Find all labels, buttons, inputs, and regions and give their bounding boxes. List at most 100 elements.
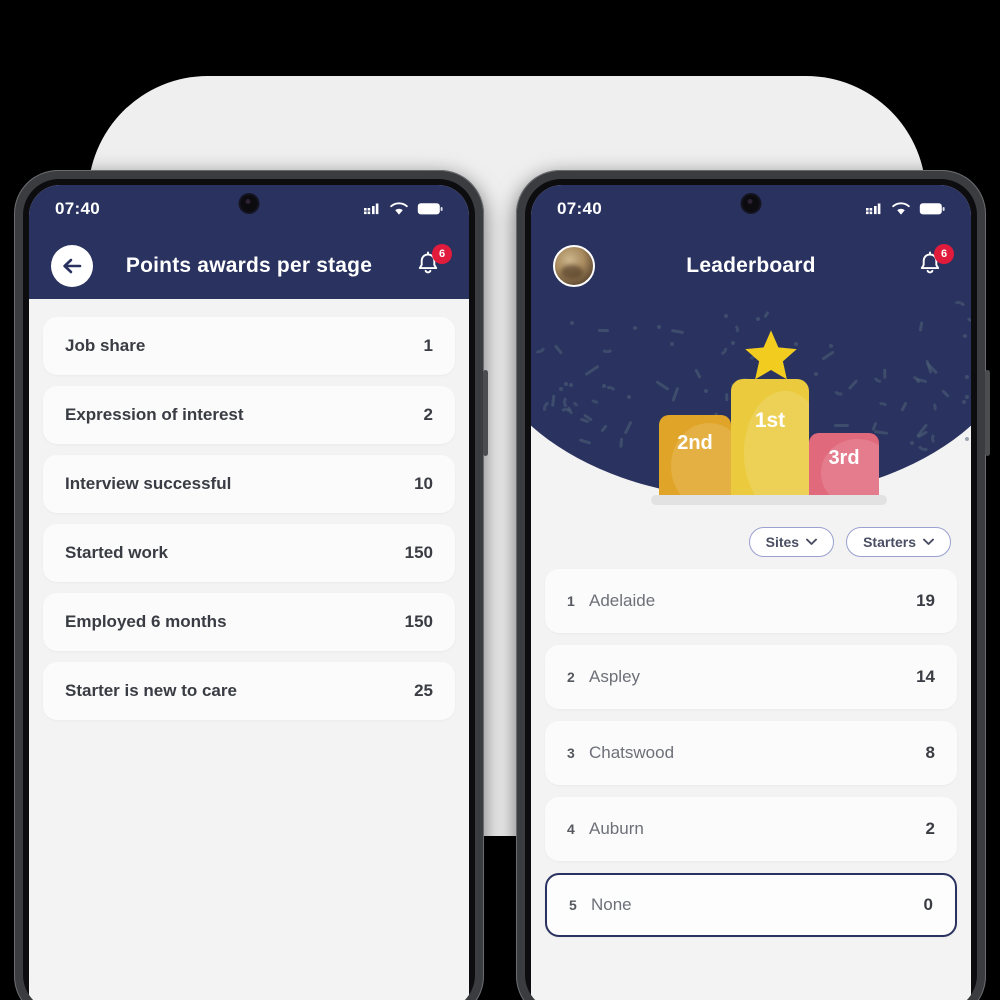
leaderboard-row[interactable]: 2 Aspley 14 bbox=[545, 645, 957, 709]
podium-third-label: 3rd bbox=[828, 446, 860, 469]
leaderboard-score: 14 bbox=[916, 667, 935, 686]
status-clock: 07:40 bbox=[557, 199, 602, 218]
back-button[interactable] bbox=[51, 245, 93, 287]
status-bar-left: 07:40 bbox=[29, 185, 469, 233]
filter-chip-label: Sites bbox=[765, 534, 800, 550]
chevron-down-icon bbox=[806, 538, 818, 545]
screenshot-canvas: 07:40 Points awards per stage 6 Job shar… bbox=[0, 0, 1000, 1000]
confetti-mark bbox=[962, 334, 967, 339]
appbar-left: Points awards per stage 6 bbox=[29, 233, 469, 299]
phone-right-bezel: 07:40 Leaderboard 6 2nd 1st 3rd Sites St… bbox=[525, 179, 977, 1000]
signal-icon bbox=[364, 203, 379, 214]
front-camera-icon bbox=[742, 195, 760, 212]
confetti-mark bbox=[731, 341, 736, 346]
leaderboard-site-name: Chatswood bbox=[589, 743, 675, 762]
filter-chips: Sites Starters bbox=[531, 515, 971, 567]
podium-second-label: 2nd bbox=[677, 431, 713, 454]
leaderboard-row[interactable]: 3 Chatswood 8 bbox=[545, 721, 957, 785]
stage-row-points: 10 bbox=[414, 474, 433, 493]
notification-badge: 6 bbox=[934, 244, 954, 264]
stage-row-points: 150 bbox=[404, 543, 433, 562]
appbar-right: Leaderboard 6 bbox=[531, 233, 971, 299]
podium-first-place: 1st bbox=[731, 379, 809, 497]
arrow-left-icon bbox=[63, 258, 82, 274]
status-icons bbox=[364, 202, 443, 216]
stage-row-label: Interview successful bbox=[65, 474, 232, 493]
confetti-mark bbox=[918, 321, 923, 332]
leaderboard-score: 2 bbox=[925, 819, 935, 838]
filter-chip-sites[interactable]: Sites bbox=[748, 527, 835, 557]
confetti-mark bbox=[671, 329, 685, 335]
battery-icon bbox=[417, 203, 443, 215]
confetti-mark bbox=[756, 317, 761, 322]
power-button-left-phone[interactable] bbox=[483, 370, 488, 456]
stage-row[interactable]: Started work 150 bbox=[43, 524, 455, 582]
leaderboard-row[interactable]: 4 Auburn 2 bbox=[545, 797, 957, 861]
status-bar-right: 07:40 bbox=[531, 185, 971, 233]
confetti-mark bbox=[723, 313, 728, 318]
leaderboard-score: 8 bbox=[925, 743, 935, 762]
confetti-mark bbox=[727, 322, 741, 336]
notification-badge: 6 bbox=[432, 244, 452, 264]
leaderboard-row[interactable]: 5 None 0 bbox=[545, 873, 957, 937]
stage-row[interactable]: Expression of interest 2 bbox=[43, 386, 455, 444]
podium-second-place: 2nd bbox=[659, 415, 731, 497]
confetti-mark bbox=[949, 299, 968, 318]
confetti-mark bbox=[554, 344, 564, 355]
notifications-button[interactable]: 6 bbox=[915, 244, 954, 283]
page-title: Leaderboard bbox=[686, 254, 816, 277]
front-camera-icon bbox=[240, 195, 258, 212]
confetti-mark bbox=[569, 320, 574, 325]
filter-chip-starters[interactable]: Starters bbox=[846, 527, 951, 557]
phone-left: 07:40 Points awards per stage 6 Job shar… bbox=[14, 170, 488, 1000]
phone-right: 07:40 Leaderboard 6 2nd 1st 3rd Sites St… bbox=[516, 170, 990, 1000]
confetti-mark bbox=[598, 329, 610, 333]
power-button-right-phone[interactable] bbox=[985, 370, 990, 456]
star-icon bbox=[745, 330, 797, 380]
filter-chip-label: Starters bbox=[863, 534, 916, 550]
podium-first-label: 1st bbox=[754, 409, 786, 432]
notifications-button[interactable]: 6 bbox=[413, 244, 452, 283]
stage-row-label: Expression of interest bbox=[65, 405, 244, 424]
leaderboard-rank: 3 bbox=[567, 745, 575, 761]
confetti-mark bbox=[670, 342, 675, 347]
confetti-mark bbox=[600, 339, 615, 354]
stage-row-label: Starter is new to care bbox=[65, 681, 237, 700]
leaderboard-site-name: Auburn bbox=[589, 819, 644, 838]
stage-row[interactable]: Employed 6 months 150 bbox=[43, 593, 455, 651]
stage-row[interactable]: Job share 1 bbox=[43, 317, 455, 375]
confetti-mark bbox=[828, 344, 833, 349]
leaderboard-rank: 5 bbox=[569, 897, 577, 913]
signal-icon bbox=[866, 203, 881, 214]
stage-row-points: 2 bbox=[423, 405, 433, 424]
podium-hero: 2nd 1st 3rd bbox=[531, 299, 971, 515]
confetti-mark bbox=[710, 338, 730, 358]
status-clock: 07:40 bbox=[55, 199, 100, 218]
stage-row[interactable]: Starter is new to care 25 bbox=[43, 662, 455, 720]
phone-left-bezel: 07:40 Points awards per stage 6 Job shar… bbox=[23, 179, 475, 1000]
leaderboard-site-name: None bbox=[591, 895, 632, 914]
stage-row-points: 1 bbox=[423, 336, 433, 355]
page-title: Points awards per stage bbox=[125, 254, 373, 277]
stage-row-points: 150 bbox=[404, 612, 433, 631]
avatar[interactable] bbox=[553, 245, 595, 287]
points-per-stage-list: Job share 1 Expression of interest 2 Intervi… bbox=[29, 299, 469, 720]
leaderboard-rank: 1 bbox=[567, 593, 575, 609]
leaderboard-row[interactable]: 1 Adelaide 19 bbox=[545, 569, 957, 633]
wifi-icon bbox=[892, 202, 910, 215]
wifi-icon bbox=[390, 202, 408, 215]
leaderboard-list: 1 Adelaide 19 2 Aspley 14 3 Chatswood 8 4 Auburn 2 5… bbox=[531, 567, 971, 937]
confetti-mark bbox=[656, 325, 661, 330]
stage-row-label: Started work bbox=[65, 543, 168, 562]
battery-icon bbox=[919, 203, 945, 215]
stage-row[interactable]: Interview successful 10 bbox=[43, 455, 455, 513]
podium-base bbox=[651, 495, 887, 505]
podium-group: 2nd 1st 3rd bbox=[531, 330, 971, 509]
phone-left-screen: 07:40 Points awards per stage 6 Job shar… bbox=[29, 185, 469, 1000]
status-icons bbox=[866, 202, 945, 216]
confetti-mark bbox=[632, 326, 637, 331]
confetti-mark bbox=[763, 310, 770, 318]
podium-third-place: 3rd bbox=[809, 433, 879, 497]
stage-row-points: 25 bbox=[414, 681, 433, 700]
leaderboard-score: 19 bbox=[916, 591, 935, 610]
